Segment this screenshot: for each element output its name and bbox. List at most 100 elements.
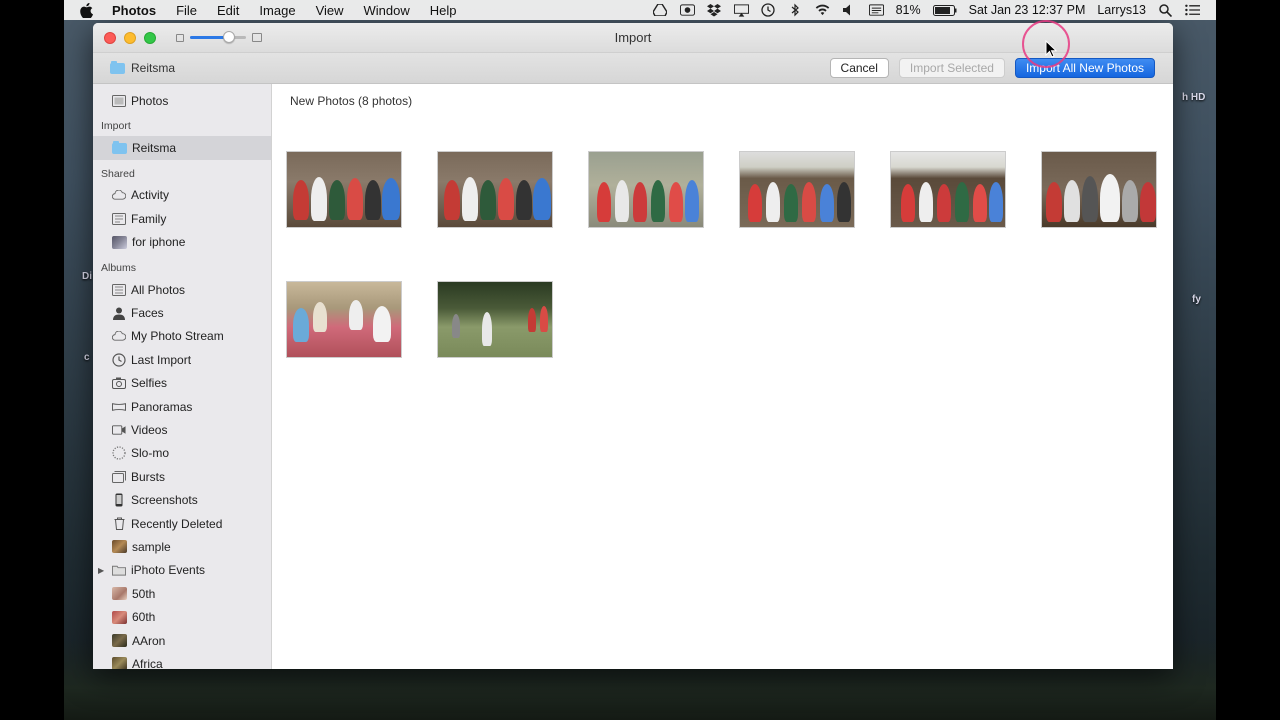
sidebar-item-last-import[interactable]: Last Import xyxy=(93,348,271,371)
folder-icon xyxy=(112,564,126,576)
sidebar-item-activity[interactable]: Activity xyxy=(93,184,271,207)
photo-thumbnail-5[interactable] xyxy=(890,151,1006,228)
menu-help[interactable]: Help xyxy=(430,3,457,18)
battery-percent[interactable]: 81% xyxy=(896,3,921,17)
sidebar-item-label: Slo-mo xyxy=(131,446,170,461)
google-drive-icon[interactable] xyxy=(653,3,668,17)
iphone-icon xyxy=(112,493,126,507)
photo-figure xyxy=(919,182,933,222)
screen-recorder-icon[interactable] xyxy=(679,3,695,17)
menu-view[interactable]: View xyxy=(316,3,344,18)
wifi-icon[interactable] xyxy=(815,3,830,17)
menu-window[interactable]: Window xyxy=(364,3,410,18)
album-thumbnail-icon xyxy=(112,587,127,601)
sidebar-item-screenshots[interactable]: Screenshots xyxy=(93,488,271,511)
photo-figure xyxy=(973,184,987,222)
album-icon xyxy=(112,283,126,296)
sidebar-item-bursts[interactable]: Bursts xyxy=(93,465,271,488)
clock-icon xyxy=(112,353,126,367)
battery-icon[interactable] xyxy=(932,3,957,17)
photo-figure xyxy=(313,302,327,332)
desktop-drive-label[interactable]: h HD xyxy=(1182,92,1205,103)
sidebar-item-selfies[interactable]: Selfies xyxy=(93,372,271,395)
photo-figure xyxy=(540,306,548,332)
disclosure-triangle-icon[interactable]: ▶ xyxy=(98,566,104,575)
photo-figure xyxy=(1100,174,1120,222)
volume-icon[interactable] xyxy=(842,3,857,17)
input-source-icon[interactable] xyxy=(868,3,884,17)
sidebar-item-label: Africa xyxy=(132,656,163,669)
sidebar-item-label: All Photos xyxy=(131,282,186,297)
import-photo-grid: New Photos (8 photos) xyxy=(272,84,1173,669)
sidebar-item-label: iPhoto Events xyxy=(131,563,206,578)
airplay-icon[interactable] xyxy=(733,3,749,17)
sidebar-item-faces[interactable]: Faces xyxy=(93,301,271,324)
sidebar-item-photos[interactable]: Photos xyxy=(93,89,271,112)
close-button[interactable] xyxy=(104,31,116,44)
sidebar-item-slo-mo[interactable]: Slo-mo xyxy=(93,442,271,465)
folder-icon xyxy=(112,140,127,154)
time-machine-icon[interactable] xyxy=(761,3,776,17)
minimize-button[interactable] xyxy=(124,31,136,44)
sidebar-item-aaron[interactable]: AAron xyxy=(93,629,271,652)
menu-file[interactable]: File xyxy=(176,3,197,18)
menubar-status-area: 81% Sat Jan 23 12:37 PM Larrys13 xyxy=(653,3,1216,17)
sidebar-item-my-photo-stream[interactable]: My Photo Stream xyxy=(93,325,271,348)
sidebar-item-sample[interactable]: sample xyxy=(93,535,271,558)
cancel-button[interactable]: Cancel xyxy=(829,58,889,78)
album-thumbnail-icon xyxy=(112,235,127,249)
sidebar-item-label: My Photo Stream xyxy=(131,329,224,344)
photo-thumbnail-6[interactable] xyxy=(1041,151,1157,228)
menubar-clock[interactable]: Sat Jan 23 12:37 PM xyxy=(969,3,1086,17)
sidebar-item-reitsma[interactable]: Reitsma xyxy=(93,136,271,160)
sidebar-item-iphoto-events[interactable]: ▶ iPhoto Events xyxy=(93,559,271,582)
spotlight-search-icon[interactable] xyxy=(1158,3,1173,17)
apple-menu-icon[interactable] xyxy=(80,2,96,18)
photo-thumbnail-7[interactable] xyxy=(286,281,402,358)
album-thumbnail-icon xyxy=(112,634,127,647)
menu-image[interactable]: Image xyxy=(259,3,295,18)
menubar-user[interactable]: Larrys13 xyxy=(1097,3,1146,17)
window-controls xyxy=(104,31,156,44)
sidebar-item-panoramas[interactable]: Panoramas xyxy=(93,395,271,418)
menu-edit[interactable]: Edit xyxy=(217,3,239,18)
bluetooth-icon[interactable] xyxy=(788,3,803,17)
dropbox-icon[interactable] xyxy=(707,3,722,17)
slo-mo-icon xyxy=(112,446,126,461)
sidebar-item-videos[interactable]: Videos xyxy=(93,418,271,441)
photo-figure xyxy=(748,184,762,222)
import-buttons: Cancel Import Selected Import All New Ph… xyxy=(829,58,1155,78)
sidebar-item-africa[interactable]: Africa xyxy=(93,652,271,669)
sidebar-item-label: Last Import xyxy=(131,352,192,367)
notification-center-icon[interactable] xyxy=(1185,3,1200,17)
sidebar-item-family[interactable]: Family xyxy=(93,207,271,230)
photo-figure xyxy=(989,182,1003,222)
sidebar-item-recently-deleted[interactable]: Recently Deleted xyxy=(93,512,271,535)
zoom-button[interactable] xyxy=(144,31,156,44)
photo-thumbnail-4[interactable] xyxy=(739,151,855,228)
photo-thumbnail-2[interactable] xyxy=(437,151,553,228)
sidebar-section-albums: Albums xyxy=(101,261,137,274)
photo-thumbnail-3[interactable] xyxy=(588,151,704,228)
sidebar-item-for-iphone[interactable]: for iphone xyxy=(93,231,271,254)
photo-figure xyxy=(452,314,460,338)
sidebar: Photos Import Reitsma Shared Activity Fa… xyxy=(93,84,272,669)
desktop-item-label-left2[interactable]: c xyxy=(84,352,90,363)
slider-knob[interactable] xyxy=(223,31,235,43)
folder-icon xyxy=(110,60,125,74)
photo-figure xyxy=(784,184,798,222)
desktop-item-label[interactable]: fy xyxy=(1192,294,1201,305)
thumbnail-size-slider[interactable] xyxy=(190,31,246,43)
photo-thumbnail-8[interactable] xyxy=(437,281,553,358)
app-menu[interactable]: Photos xyxy=(112,3,156,18)
window-titlebar[interactable]: Import xyxy=(93,23,1173,53)
sidebar-item-50th[interactable]: 50th xyxy=(93,582,271,605)
sidebar-item-60th[interactable]: 60th xyxy=(93,605,271,628)
small-thumbnail-icon xyxy=(176,33,184,42)
desktop-item-label-left[interactable]: Di xyxy=(82,271,92,282)
sidebar-item-label: Videos xyxy=(131,422,168,437)
import-selected-button[interactable]: Import Selected xyxy=(898,58,1005,78)
photo-thumbnail-1[interactable] xyxy=(286,151,402,228)
sidebar-item-all-photos[interactable]: All Photos xyxy=(93,278,271,301)
sidebar-item-label: AAron xyxy=(132,633,166,648)
